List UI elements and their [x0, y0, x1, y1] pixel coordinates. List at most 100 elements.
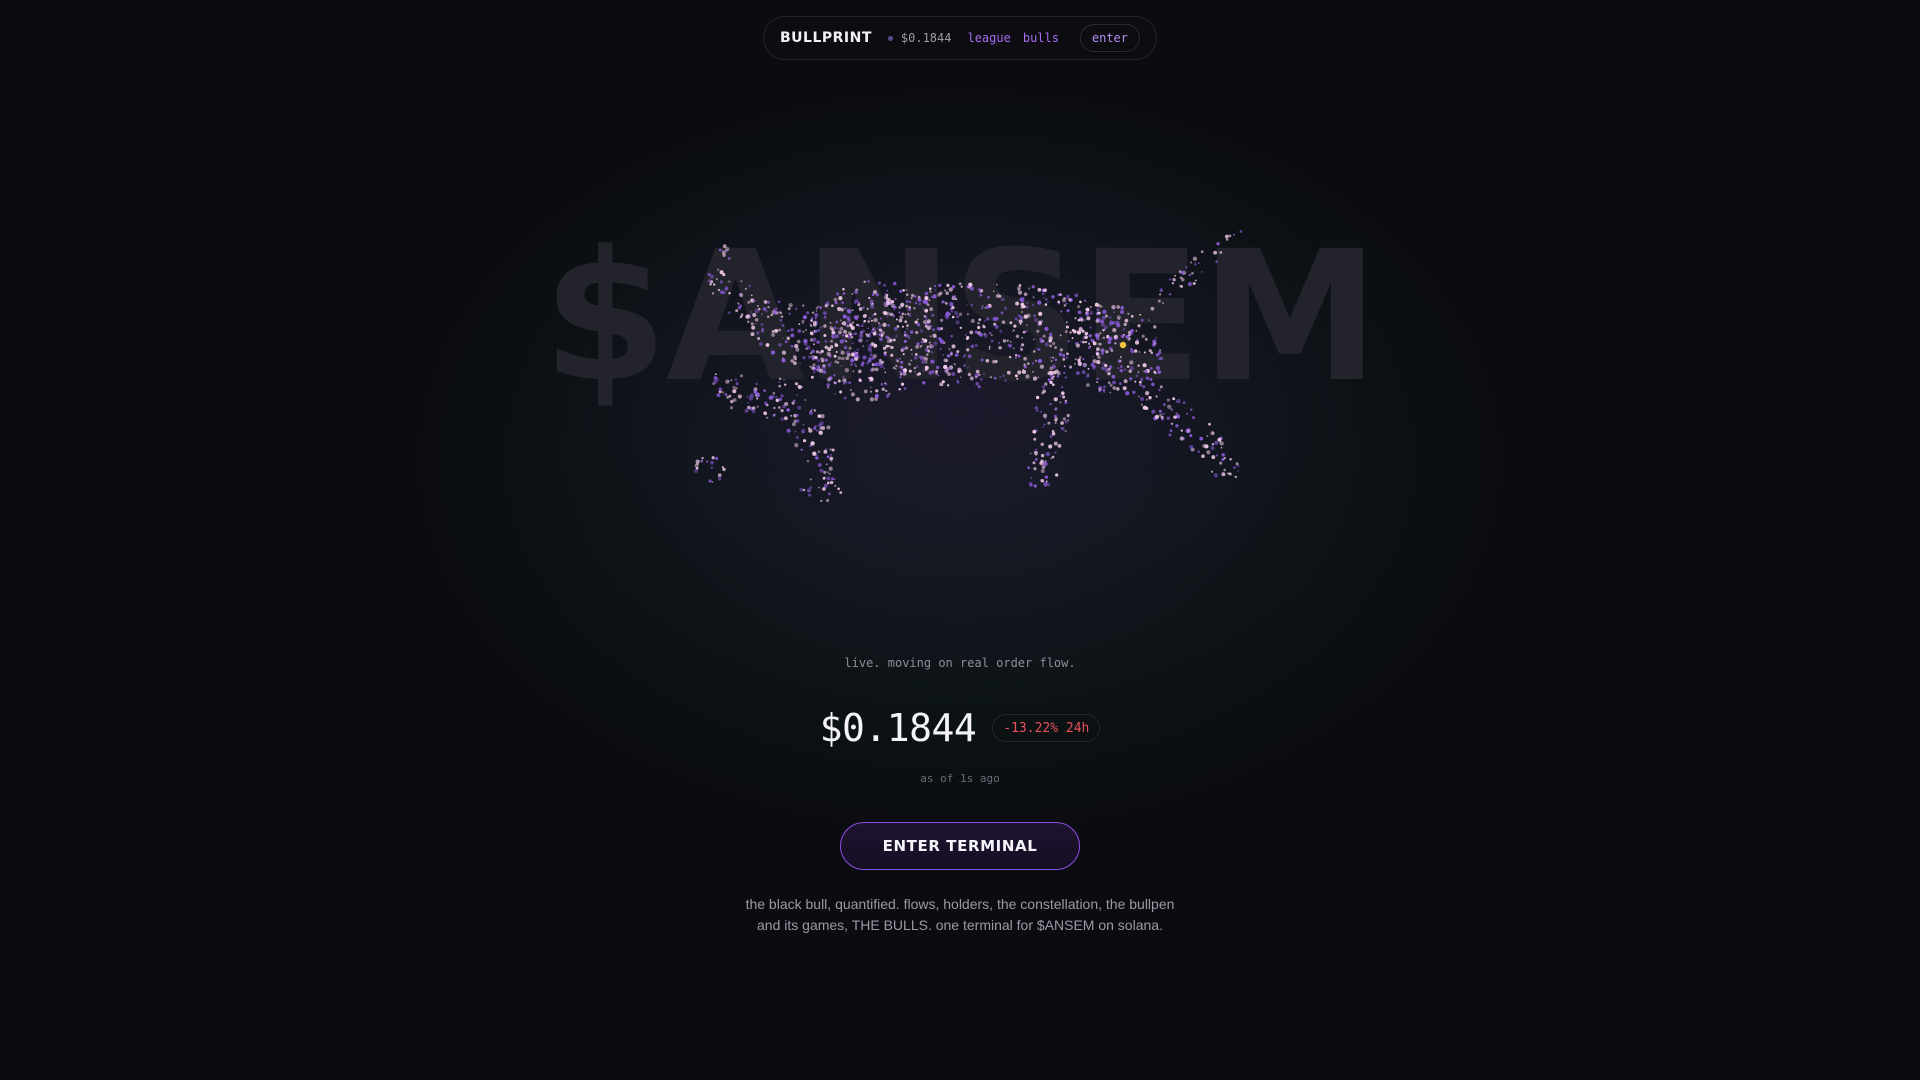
particle	[1138, 380, 1142, 384]
particle	[978, 332, 983, 337]
particle	[1069, 365, 1073, 369]
particle	[1077, 305, 1081, 309]
particle	[823, 449, 828, 454]
particle	[748, 284, 751, 288]
particle	[881, 387, 885, 391]
particle	[1062, 358, 1066, 361]
particle	[830, 460, 833, 462]
particle	[861, 324, 864, 327]
particle	[1102, 336, 1106, 340]
particle	[1062, 417, 1067, 421]
particle	[1220, 446, 1223, 449]
particle	[766, 315, 770, 319]
particle	[868, 343, 873, 348]
particle	[1104, 325, 1108, 329]
nav-link-league[interactable]: league	[967, 31, 1010, 45]
particle	[1040, 453, 1045, 458]
particle	[903, 333, 907, 337]
particle	[1132, 390, 1136, 395]
particle	[1133, 349, 1138, 353]
particle	[1036, 347, 1039, 351]
particle	[974, 330, 978, 334]
particle	[857, 303, 861, 307]
particle	[1051, 431, 1056, 436]
particle	[1041, 391, 1045, 395]
particle	[1027, 466, 1030, 470]
particle	[826, 481, 830, 485]
particle	[821, 487, 826, 491]
particle	[816, 358, 821, 363]
particle	[1040, 442, 1044, 447]
particle	[1200, 271, 1203, 273]
particle	[858, 369, 862, 374]
particle	[882, 322, 887, 328]
particle	[771, 332, 775, 337]
particle	[886, 315, 889, 318]
particle	[820, 499, 823, 503]
particle	[794, 343, 799, 349]
brand-logo[interactable]: BULLPRINT	[780, 30, 872, 46]
description: the black bull, quantified. flows, holde…	[660, 894, 1260, 936]
particle	[1108, 336, 1113, 341]
particle	[830, 339, 833, 343]
particle	[899, 373, 903, 376]
particle	[1064, 376, 1067, 379]
particle	[1004, 379, 1007, 382]
particle	[956, 350, 960, 354]
particle	[1068, 298, 1072, 302]
particle	[854, 315, 859, 320]
particle	[1049, 366, 1053, 371]
particle	[926, 353, 929, 356]
particle	[899, 357, 901, 360]
enter-terminal-button[interactable]: ENTER TERMINAL	[840, 822, 1080, 870]
particle	[1170, 422, 1174, 426]
particle	[1054, 451, 1057, 454]
particle	[907, 312, 910, 316]
particle	[1123, 322, 1127, 327]
particle	[1047, 371, 1052, 376]
nav-link-bulls[interactable]: bulls	[1023, 31, 1059, 45]
particle	[858, 339, 861, 342]
particle	[898, 388, 901, 391]
particle	[946, 354, 951, 358]
particle	[735, 309, 739, 313]
particle	[969, 376, 974, 381]
particle	[942, 300, 945, 303]
particle	[825, 463, 828, 466]
particle	[1185, 266, 1188, 269]
particle	[811, 356, 814, 359]
particle	[720, 290, 725, 295]
particle	[744, 287, 748, 290]
particle	[779, 311, 783, 315]
particle	[865, 333, 868, 336]
particle	[1148, 319, 1150, 321]
particle	[1219, 440, 1222, 443]
particle	[1045, 298, 1048, 301]
particle	[756, 331, 760, 335]
particle	[750, 322, 754, 326]
particle	[775, 395, 778, 399]
particle	[884, 382, 888, 386]
particle	[1102, 388, 1106, 392]
particle	[1144, 390, 1150, 396]
particle	[870, 330, 874, 334]
particle	[784, 401, 789, 407]
particle	[1180, 429, 1183, 432]
particle	[1168, 433, 1172, 437]
particle	[1173, 415, 1177, 419]
particle	[809, 365, 812, 368]
nav-enter-button[interactable]: enter	[1079, 24, 1140, 52]
particle	[903, 387, 907, 390]
particle	[708, 479, 712, 483]
particle	[858, 378, 862, 382]
particle	[1049, 380, 1053, 385]
particle	[1074, 317, 1077, 320]
particle	[1045, 451, 1050, 457]
particle	[1210, 445, 1215, 451]
particle	[817, 450, 821, 454]
particle	[1186, 429, 1191, 433]
particle	[878, 324, 882, 328]
particle	[1191, 272, 1194, 275]
particle	[883, 367, 885, 369]
particle	[823, 315, 827, 319]
